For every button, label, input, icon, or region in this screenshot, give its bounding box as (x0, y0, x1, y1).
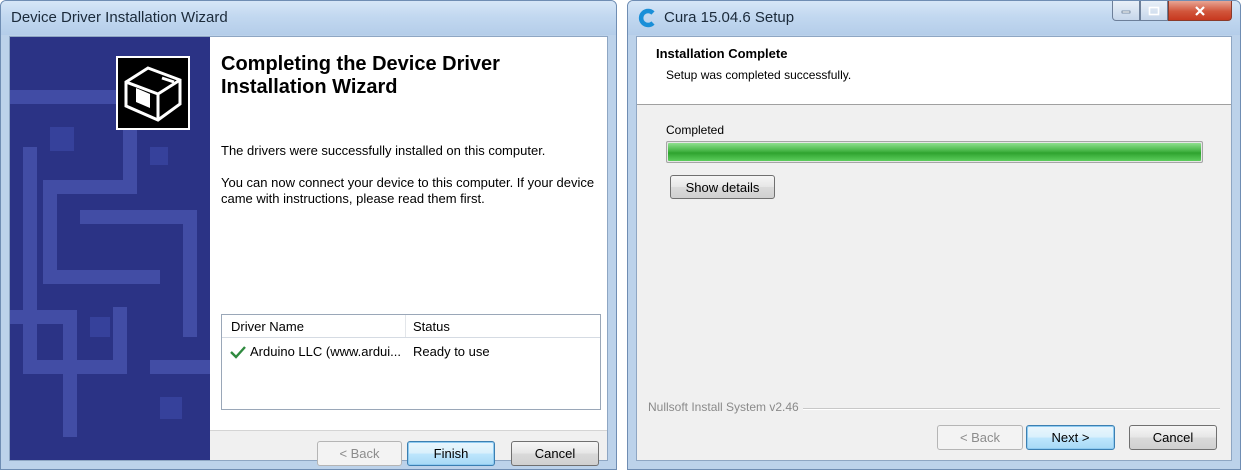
cura-app-icon (638, 8, 658, 28)
progress-bar-fill (668, 143, 1201, 161)
driver-wizard-titlebar[interactable]: Device Driver Installation Wizard (1, 1, 616, 35)
window-title: Cura 15.04.6 Setup (664, 9, 795, 26)
table-row[interactable]: Arduino LLC (www.ardui... Ready to use (222, 343, 600, 363)
driver-name-cell: Arduino LLC (www.ardui... (250, 344, 402, 359)
wizard-heading: Completing the Device Driver Installatio… (221, 53, 500, 98)
progress-status-label: Completed (666, 123, 725, 137)
hardware-box-icon (116, 56, 190, 130)
maximize-button[interactable] (1140, 1, 1168, 21)
nsis-branding-label: Nullsoft Install System v2.46 (648, 400, 803, 414)
wizard-banner (10, 37, 210, 460)
driver-status-cell: Ready to use (413, 344, 490, 359)
back-button[interactable]: < Back (937, 425, 1023, 450)
close-button[interactable] (1168, 1, 1232, 21)
window-title: Device Driver Installation Wizard (11, 9, 228, 26)
table-header: Driver Name Status (222, 315, 600, 338)
column-divider[interactable] (405, 315, 406, 337)
close-icon (1195, 5, 1205, 16)
cura-setup-client: Installation Complete Setup was complete… (636, 36, 1232, 461)
minimize-button[interactable] (1112, 1, 1140, 21)
instructions-message: You can now connect your device to this … (221, 175, 595, 206)
progress-bar (666, 141, 1203, 163)
back-button[interactable]: < Back (317, 441, 402, 466)
setup-header: Installation Complete Setup was complete… (637, 37, 1231, 105)
cura-setup-window: Cura 15.04.6 Setup Installation Complete… (627, 0, 1241, 470)
wizard-content: Completing the Device Driver Installatio… (210, 37, 607, 430)
checkmark-icon (230, 345, 246, 362)
minimize-icon (1121, 10, 1131, 13)
setup-header-title: Installation Complete (656, 46, 788, 61)
setup-header-subtitle: Setup was completed successfully. (666, 68, 852, 82)
maximize-icon (1148, 6, 1160, 15)
success-message: The drivers were successfully installed … (221, 143, 546, 158)
show-details-button[interactable]: Show details (670, 175, 775, 199)
cancel-button[interactable]: Cancel (1129, 425, 1217, 450)
driver-wizard-client: Completing the Device Driver Installatio… (9, 36, 608, 466)
column-header-status[interactable]: Status (413, 319, 450, 334)
cancel-button[interactable]: Cancel (511, 441, 599, 466)
column-header-driver-name[interactable]: Driver Name (231, 319, 304, 334)
driver-table: Driver Name Status Arduino LLC (www.ardu… (221, 314, 601, 410)
next-button[interactable]: Next > (1026, 425, 1115, 450)
finish-button[interactable]: Finish (407, 441, 495, 466)
wizard-button-bar: < Back Finish Cancel (210, 430, 607, 466)
driver-wizard-window: Device Driver Installation Wizard Comple… (0, 0, 617, 470)
